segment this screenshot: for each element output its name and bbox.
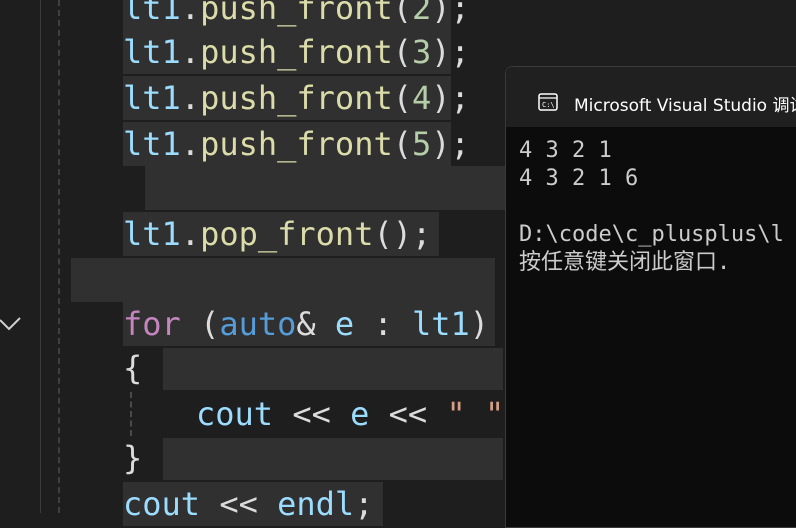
blank-line-highlight [145,166,505,210]
blank-line-highlight [163,348,503,390]
code-close-brace: } [123,439,143,477]
code-line-push-front-3: lt1.push_front(3); [123,30,470,74]
console-title: Microsoft Visual Studio 调试 [574,96,796,116]
blank-line-highlight [163,438,503,480]
gutter-divider [40,0,41,513]
svg-text:C:\: C:\ [542,101,555,109]
inner-indent-guide [130,392,132,436]
console-line: 按任意键关闭此窗口. [519,250,744,275]
console-titlebar[interactable]: C:\ Microsoft Visual Studio 调试 [506,67,796,127]
code-line-cout-e: cout << e << " "; [196,395,524,433]
console-line: 4 3 2 1 [519,138,612,163]
chevron-down-icon[interactable] [0,314,22,336]
code-line-for: for (auto& e : lt1) [123,302,495,346]
code-line-push-front-2: lt1.push_front(2); [123,0,470,30]
code-line-push-front-5: lt1.push_front(5); [123,122,470,166]
blank-line-highlight [71,258,495,302]
debug-console-window[interactable]: C:\ Microsoft Visual Studio 调试 4 3 2 14 … [505,66,796,528]
code-line-cout-endl: cout << endl; [123,482,383,526]
console-line: 4 3 2 1 6 [519,166,639,191]
code-open-brace: { [123,349,143,387]
code-line-push-front-4: lt1.push_front(4); [123,76,470,120]
console-icon: C:\ [538,93,558,111]
console-line: D:\code\c_plusplus\l [519,222,784,247]
editor-gutter [0,0,48,513]
console-output: 4 3 2 1 4 3 2 1 6 D:\code\c_plusplus\l 按任意键… [519,137,784,277]
indent-guide [58,0,60,513]
code-line-pop-front: lt1.pop_front(); [123,212,439,256]
